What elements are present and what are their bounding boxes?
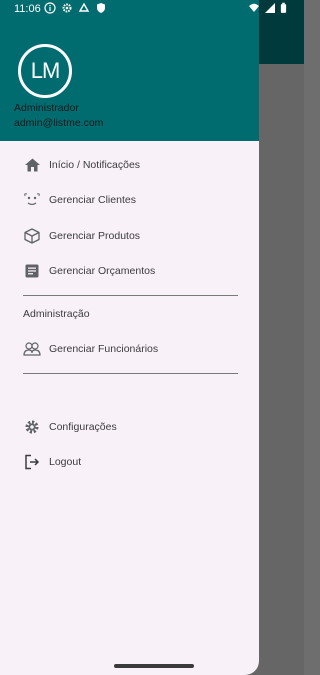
menu-item-quotes[interactable]: Gerenciar Orçamentos: [0, 256, 259, 286]
home-icon: [23, 156, 41, 174]
status-system-icons: [248, 2, 287, 14]
status-notification-icons: [44, 2, 107, 14]
info-icon: [44, 2, 56, 14]
box-icon: [23, 227, 41, 245]
status-time: 11:06: [14, 3, 41, 15]
section-title-admin: Administração: [23, 308, 90, 320]
menu-item-products[interactable]: Gerenciar Produtos: [0, 221, 259, 251]
menu-item-employees[interactable]: Gerenciar Funcionários: [0, 334, 259, 364]
menu-item-label: Gerenciar Produtos: [49, 230, 141, 242]
settings-status-icon: [62, 3, 72, 13]
status-bar: 11:06: [0, 0, 304, 18]
menu-item-logout[interactable]: Logout: [0, 447, 259, 477]
user-email: admin@listme.com: [14, 117, 104, 129]
logout-icon: [23, 453, 41, 471]
menu-item-home[interactable]: Início / Notificações: [0, 150, 259, 180]
wifi-icon: [249, 3, 259, 12]
face-icon: [23, 191, 41, 209]
menu-item-settings[interactable]: Configurações: [0, 412, 259, 442]
menu-item-clients[interactable]: Gerenciar Clientes: [0, 185, 259, 215]
user-name: Administrador: [14, 102, 79, 114]
signal-icon: [265, 3, 275, 13]
shield-icon: [97, 3, 105, 13]
menu-item-label: Gerenciar Clientes: [49, 194, 136, 206]
divider: [23, 373, 238, 374]
document-icon: [23, 262, 41, 280]
menu-item-label: Logout: [49, 456, 82, 468]
group-icon: [23, 340, 41, 358]
drawer-header: LM Administrador admin@listme.com: [0, 0, 259, 141]
gear-icon: [23, 418, 41, 436]
battery-icon: [280, 2, 287, 13]
menu-item-label: Configurações: [49, 421, 117, 433]
android-icon: [78, 2, 90, 12]
menu-item-label: Início / Notificações: [49, 159, 141, 171]
divider: [23, 295, 238, 296]
menu-item-label: Gerenciar Orçamentos: [49, 265, 156, 277]
gesture-navigation-bar[interactable]: [114, 664, 194, 668]
app-logo: LM: [18, 44, 72, 98]
navigation-drawer: LM Administrador admin@listme.com Início…: [0, 0, 259, 675]
menu-item-label: Gerenciar Funcionários: [49, 343, 159, 355]
